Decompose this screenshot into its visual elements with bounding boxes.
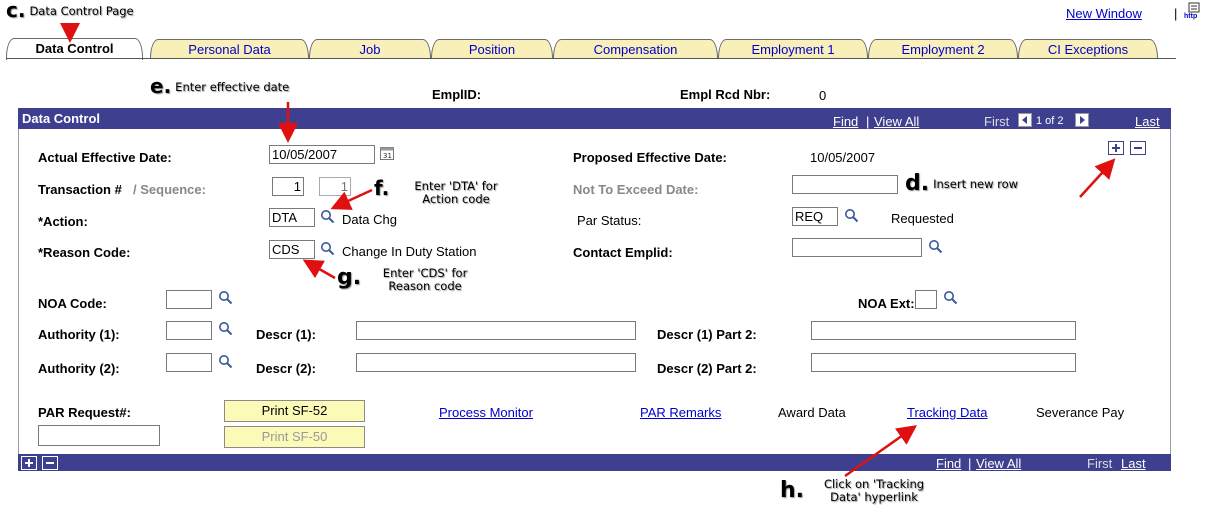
arrow-d <box>1079 158 1116 198</box>
arrow-g <box>302 259 336 280</box>
arrow-h <box>844 425 918 478</box>
annotation-arrows <box>60 23 1116 478</box>
arrow-f <box>330 188 373 210</box>
